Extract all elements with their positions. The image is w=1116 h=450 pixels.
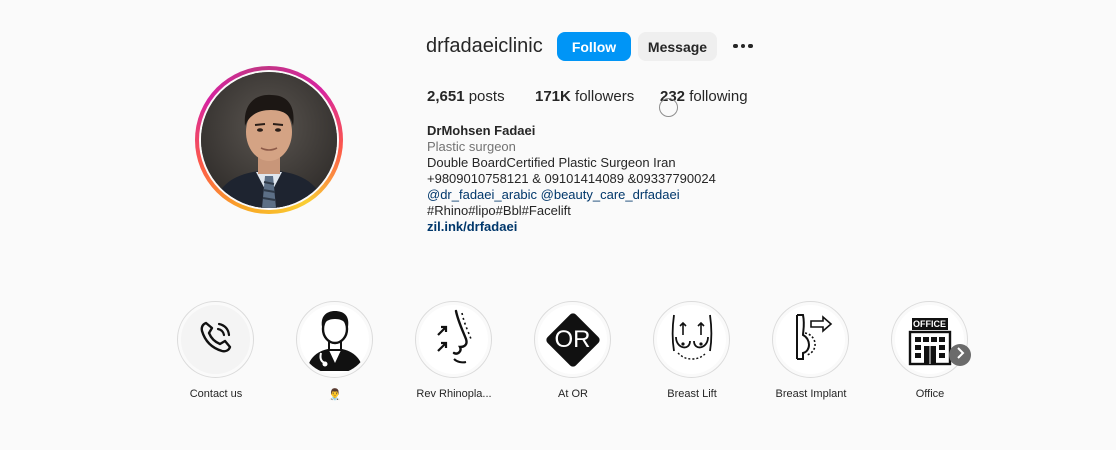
highlight-label: At OR xyxy=(558,388,588,400)
or-sign-text: OR xyxy=(554,325,591,353)
followers-link[interactable]: 171K followers xyxy=(535,88,634,105)
highlight-breast-lift[interactable]: Breast Lift xyxy=(653,301,731,400)
highlight-label: Contact us xyxy=(189,388,243,400)
more-options-icon[interactable] xyxy=(731,37,755,55)
highlight-doctor[interactable]: 👨‍⚕️ xyxy=(296,301,374,401)
highlight-label: Breast Lift xyxy=(667,388,717,400)
highlight-rev-rhinoplasty[interactable]: Rev Rhinopla... xyxy=(415,301,493,400)
highlight-cover xyxy=(415,301,492,378)
highlight-cover xyxy=(177,301,254,378)
posts-count-value: 2,651 xyxy=(427,88,465,105)
followers-count-value: 171K xyxy=(535,88,571,105)
doctor-icon xyxy=(301,305,369,374)
follow-button[interactable]: Follow xyxy=(557,32,631,61)
highlight-cover xyxy=(296,301,373,378)
followers-count-label: followers xyxy=(575,88,635,105)
following-count-label: following xyxy=(689,88,748,105)
highlight-contact-us[interactable]: Contact us xyxy=(177,301,255,400)
posts-count-label: posts xyxy=(468,88,505,105)
highlight-label: 👨‍⚕️ xyxy=(328,389,342,401)
highlight-label: Breast Implant xyxy=(775,388,847,400)
highlight-cover xyxy=(653,301,730,378)
highlight-office[interactable]: OFFICE Office xyxy=(891,301,969,400)
highlight-cover xyxy=(772,301,849,378)
highlight-cover: OR xyxy=(534,301,611,378)
breast-implant-icon xyxy=(781,307,841,372)
bio-hashtags: #Rhino#lipo#Bbl#Facelift xyxy=(427,203,571,218)
posts-count: 2,651 posts xyxy=(427,88,505,105)
breast-lift-icon xyxy=(662,307,722,372)
highlight-cover: OFFICE xyxy=(891,301,968,378)
message-button[interactable]: Message xyxy=(638,32,717,61)
loading-spinner-icon xyxy=(659,98,678,117)
bio-category: Plastic surgeon xyxy=(427,139,516,154)
bio-line: Double BoardCertified Plastic Surgeon Ir… xyxy=(427,155,676,170)
bio-phone-line: +9809010758121 & 09101414089 &0933779002… xyxy=(427,171,716,186)
highlight-at-or[interactable]: OR At OR xyxy=(534,301,612,400)
highlights-next-button[interactable] xyxy=(949,344,971,366)
office-sign-text: OFFICE xyxy=(913,318,946,329)
highlight-breast-implant[interactable]: Breast Implant xyxy=(772,301,850,400)
chevron-right-icon xyxy=(955,346,965,364)
highlight-label: Rev Rhinopla... xyxy=(416,388,492,400)
profile-avatar-ring[interactable] xyxy=(195,66,343,214)
bio-mentions[interactable]: @dr_fadaei_arabic @beauty_care_drfadaei xyxy=(427,187,680,203)
nose-profile-icon xyxy=(424,307,484,372)
or-sign-icon: OR xyxy=(541,308,605,372)
profile-username: drfadaeiclinic xyxy=(426,35,543,57)
highlight-label: Office xyxy=(915,388,945,400)
phone-icon xyxy=(196,317,236,362)
profile-avatar[interactable] xyxy=(201,72,337,208)
bio-external-link[interactable]: zil.ink/drfadaei xyxy=(427,219,517,235)
bio-name: DrMohsen Fadaei xyxy=(427,123,536,138)
